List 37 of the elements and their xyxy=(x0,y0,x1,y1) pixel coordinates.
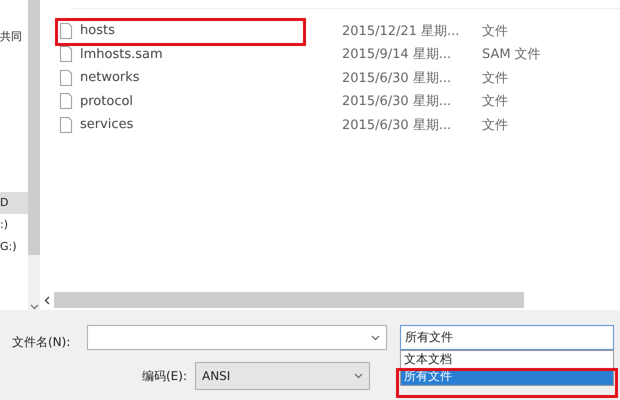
dropdown-option[interactable]: 文本文档 xyxy=(401,351,613,368)
file-date: 2015/6/30 星期... xyxy=(342,116,452,134)
file-type: 文件 xyxy=(482,93,509,110)
file-date: 2015/9/14 星期... xyxy=(342,46,452,64)
scroll-left-icon[interactable] xyxy=(44,296,50,304)
scroll-thumb[interactable] xyxy=(54,292,524,308)
file-icon xyxy=(60,116,72,133)
file-type: SAM 文件 xyxy=(482,46,542,64)
file-name[interactable]: protocol xyxy=(80,94,134,109)
encoding-dropdown[interactable]: ANSI xyxy=(195,362,370,390)
nav-item[interactable]: 共同 xyxy=(0,26,28,48)
scroll-thumb[interactable] xyxy=(28,0,40,255)
file-type: 文件 xyxy=(482,22,509,40)
chevron-down-icon xyxy=(30,304,38,310)
chevron-down-icon xyxy=(371,334,380,340)
file-type: 文件 xyxy=(482,70,509,87)
file-type: 文件 xyxy=(482,116,509,134)
file-name[interactable]: lmhosts.sam xyxy=(80,46,163,62)
file-icon xyxy=(60,46,72,62)
file-date: 2015/6/30 星期... xyxy=(342,93,452,110)
file-icon xyxy=(60,70,72,86)
vertical-scrollbar[interactable] xyxy=(28,0,40,310)
encoding-label: 编码(E): xyxy=(142,368,187,384)
file-date: 2015/6/30 星期... xyxy=(342,70,452,87)
file-name-label: 文件名(N): xyxy=(12,334,72,351)
file-name-field[interactable] xyxy=(87,325,387,350)
file-name[interactable]: networks xyxy=(80,70,140,86)
file-name[interactable]: services xyxy=(80,117,134,132)
file-date: 2015/12/21 星期... xyxy=(342,22,460,40)
file-icon xyxy=(60,22,72,39)
nav-item[interactable]: G:) xyxy=(0,236,28,258)
file-name[interactable]: hosts xyxy=(80,23,115,38)
file-type-dropdown[interactable]: 所有文件 xyxy=(400,325,614,350)
nav-item[interactable]: D xyxy=(0,192,28,214)
chevron-down-icon xyxy=(354,373,363,379)
nav-item[interactable]: :) xyxy=(0,214,28,236)
file-icon xyxy=(60,93,72,110)
